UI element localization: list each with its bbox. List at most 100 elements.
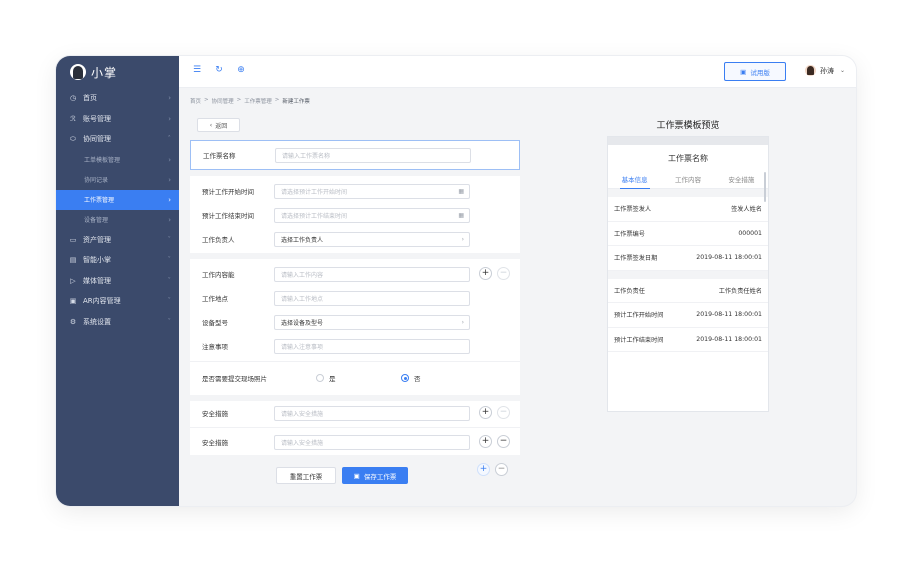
form-card-content: 工作内容能 请输入工作内容 + − 工作地点 请输入工作地点 设备型号 选择设备… <box>190 259 520 395</box>
chevron-left-icon: ‹ <box>209 121 213 129</box>
sidebar-subitem-label: 设备管理 <box>84 217 109 224</box>
refresh-icon[interactable]: ↻ <box>213 65 225 75</box>
sidebar-item-home[interactable]: ◷ 首页 › <box>56 88 179 108</box>
owner-select[interactable]: 选择工作负责人 › <box>274 231 470 247</box>
trial-button[interactable]: ▣ 试用版 <box>724 62 786 81</box>
sidebar-item-label: 智能小掌 <box>83 256 111 264</box>
gift-icon: ▣ <box>740 67 747 76</box>
form-row: 预计工作开始时间 请选择预计工作开始时间 ▦ <box>190 182 520 200</box>
preview-tab-safety[interactable]: 安全措施 <box>715 171 768 188</box>
add-safety-button[interactable]: + <box>479 435 492 448</box>
form-row: 预计工作结束时间 请选择预计工作结束时间 ▦ <box>190 206 520 224</box>
safety-input-2[interactable]: 请输入安全措施 <box>274 434 470 450</box>
preview-tab-basic[interactable]: 基本信息 <box>608 171 661 188</box>
sidebar-subitem-worktickets[interactable]: 工作票管理 › <box>56 189 179 210</box>
sidebar-subitem-records[interactable]: 协同记录 › <box>56 170 179 190</box>
end-time-label: 预计工作结束时间 <box>202 212 254 220</box>
form-row: 注意事项 请输入注意事项 <box>190 337 520 355</box>
preview-row-value: 2019-08-11 18:00:01 <box>696 311 762 319</box>
trial-label: 试用版 <box>750 68 770 77</box>
place-input[interactable]: 请输入工作地点 <box>274 290 470 306</box>
ar-icon: ▣ <box>69 297 77 305</box>
chevron-right-icon: › <box>168 215 171 224</box>
sidebar-item-label: AR内容管理 <box>83 297 121 305</box>
start-time-input[interactable]: 请选择预计工作开始时间 ▦ <box>274 183 470 199</box>
globe-icon[interactable]: ⊕ <box>235 65 247 75</box>
user-menu[interactable]: 孙涛 ⌄ <box>805 65 845 76</box>
content-input[interactable]: 请输入工作内容 <box>274 266 470 282</box>
preview-row-key: 预计工作开始时间 <box>614 312 664 320</box>
form-row: 安全措施 请输入安全措施 + − <box>190 404 520 422</box>
remove-safety-button[interactable]: − <box>497 406 510 419</box>
chevron-down-icon: ˇ <box>167 235 172 244</box>
form-row: 工作负责人 选择工作负责人 › <box>190 230 520 248</box>
preview-row: 工作票签发人 签发人姓名 <box>608 197 768 222</box>
sidebar-item-smart[interactable]: ▤ 智能小掌 ˇ <box>56 250 179 270</box>
calendar-icon: ▦ <box>458 187 464 195</box>
chevron-right-icon: › <box>168 94 171 102</box>
preview-tabs: 基本信息 工作内容 安全措施 <box>608 171 768 189</box>
notes-input[interactable]: 请输入注意事项 <box>274 338 470 354</box>
sidebar-item-ar[interactable]: ▣ AR内容管理 ˇ <box>56 291 179 311</box>
add-section-button[interactable]: + <box>477 463 490 476</box>
topbar: ☰ ↻ ⊕ ▣ 试用版 孙涛 ⌄ <box>179 56 856 88</box>
preview-row-value: 2019-08-11 18:00:01 <box>696 335 762 343</box>
device-select-value: 选择设备及型号 <box>281 319 324 327</box>
menu-icon[interactable]: ☰ <box>191 65 203 75</box>
sidebar-item-assets[interactable]: ▭ 资产管理 ˇ <box>56 230 179 250</box>
back-button[interactable]: ‹ 返回 <box>197 118 240 132</box>
save-button[interactable]: ▣ 保存工作票 <box>342 467 408 484</box>
preview-gap <box>608 189 768 197</box>
preview-row: 工作票编号 000001 <box>608 222 768 246</box>
preview-tab-content[interactable]: 工作内容 <box>661 171 714 188</box>
end-time-input[interactable]: 请选择预计工作结束时间 ▦ <box>274 207 470 223</box>
breadcrumb-separator: > <box>204 97 209 103</box>
chevron-right-icon: › <box>168 175 171 184</box>
chevron-right-icon: › <box>168 195 171 204</box>
sidebar-item-media[interactable]: ▷ 媒体管理 ˇ <box>56 271 179 291</box>
save-label: 保存工作票 <box>363 472 397 481</box>
chevron-down-icon: ˇ <box>167 317 172 326</box>
sidebar-item-collab[interactable]: ⬭ 协同管理 ˆ <box>56 129 179 149</box>
preview-row-key: 工作票签发人 <box>614 206 652 214</box>
divider <box>190 361 520 362</box>
preview-scrollbar[interactable] <box>764 172 766 202</box>
remove-content-button[interactable]: − <box>497 267 510 280</box>
add-safety-button[interactable]: + <box>479 406 492 419</box>
ticket-name-input[interactable]: 请输入工作票名称 <box>275 147 471 163</box>
preview-row: 工作票签发日期 2019-08-11 18:00:01 <box>608 246 768 271</box>
form-row: 工作票名称 请输入工作票名称 <box>191 146 519 164</box>
breadcrumb-item[interactable]: 工作票管理 <box>244 97 272 105</box>
safety-input-1[interactable]: 请输入安全措施 <box>274 405 470 421</box>
owner-label: 工作负责人 <box>202 236 235 244</box>
radio-label: 是 <box>329 375 336 383</box>
form-row: 工作内容能 请输入工作内容 + − <box>190 265 520 283</box>
preview-row: 预计工作结束时间 2019-08-11 18:00:01 <box>608 328 768 352</box>
breadcrumb-item[interactable]: 协同管理 <box>212 97 234 105</box>
sidebar-subitem-devices[interactable]: 设备管理 › <box>56 210 179 230</box>
sidebar-subitem-template[interactable]: 工单模板管理 › <box>56 150 179 170</box>
user-name: 孙涛 <box>820 66 834 75</box>
app-window: 小掌 ◷ 首页 › ℛ 账号管理 › ⬭ 协同管理 ˆ 工单模板管理 › 协同记… <box>56 56 856 506</box>
sidebar-item-settings[interactable]: ⚙ 系统设置 ˇ <box>56 312 179 332</box>
chevron-down-icon: ⌄ <box>840 67 846 74</box>
form-row: 安全措施 请输入安全措施 + − <box>190 433 520 451</box>
remove-section-button[interactable]: − <box>495 463 508 476</box>
form-card-name: 工作票名称 请输入工作票名称 <box>190 140 520 170</box>
breadcrumb-separator: > <box>274 97 280 103</box>
photo-radio-yes[interactable]: 是 <box>316 373 336 383</box>
logo-avatar-icon <box>70 64 86 80</box>
photo-radio-no[interactable]: 否 <box>401 373 421 383</box>
home-icon: ◷ <box>69 94 77 102</box>
place-label: 工作地点 <box>202 295 228 303</box>
remove-safety-button[interactable]: − <box>497 435 510 448</box>
preview-row: 预计工作开始时间 2019-08-11 18:00:01 <box>608 303 768 328</box>
name-label: 工作票名称 <box>203 152 236 160</box>
reset-button[interactable]: 重置工作票 <box>276 467 336 484</box>
breadcrumb-item[interactable]: 首页 <box>190 97 201 105</box>
add-content-button[interactable]: + <box>479 267 492 280</box>
sidebar-item-account[interactable]: ℛ 账号管理 › <box>56 109 179 129</box>
radio-dot <box>316 374 324 382</box>
sidebar-subitem-label: 工单模板管理 <box>84 157 121 164</box>
device-select[interactable]: 选择设备及型号 › <box>274 314 470 330</box>
